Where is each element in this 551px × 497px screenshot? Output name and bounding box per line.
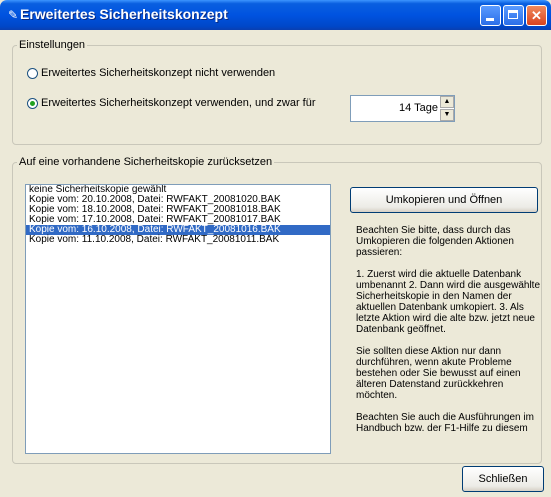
title-bar[interactable]: ✎ Erweitertes Sicherheitskonzept ✕ (0, 0, 551, 30)
copy-and-open-button[interactable]: Umkopieren und Öffnen (350, 187, 538, 213)
spin-down-button[interactable]: ▼ (440, 109, 454, 121)
info-paragraph: Beachten Sie bitte, dass durch das Umkop… (356, 225, 514, 258)
settings-group: Einstellungen (12, 39, 542, 145)
app-icon: ✎ (7, 8, 19, 22)
maximize-button[interactable] (503, 5, 524, 26)
info-text: Beachten Sie bitte, dass durch das Umkop… (356, 225, 546, 445)
info-paragraph: 1. Zuerst wird die aktuelle Datenbank um… (356, 269, 541, 335)
list-item[interactable]: Kopie vom: 11.10.2008, Datei: RWFAKT_200… (26, 235, 330, 245)
settings-group-label: Einstellungen (17, 39, 88, 51)
close-icon: ✕ (531, 8, 542, 23)
radio-on-indicator[interactable] (27, 97, 38, 109)
days-value[interactable]: 14 Tage (399, 102, 438, 114)
option-disable-label: Erweitertes Sicherheitskonzept nicht ver… (41, 67, 276, 79)
radio-off-indicator[interactable] (27, 67, 38, 79)
info-paragraph: Sie sollten diese Aktion nur dann durchf… (356, 346, 521, 401)
option-enable-radio[interactable]: Erweitertes Sicherheitskonzept verwenden… (27, 97, 316, 109)
minimize-button[interactable] (480, 5, 501, 26)
option-disable-radio[interactable]: Erweitertes Sicherheitskonzept nicht ver… (27, 67, 275, 79)
spinner-buttons: ▲ ▼ (440, 96, 454, 121)
window-title: Erweitertes Sicherheitskonzept (20, 6, 228, 22)
days-spinner[interactable]: 14 Tage ▲ ▼ (350, 95, 455, 122)
spin-up-button[interactable]: ▲ (440, 96, 454, 108)
minimize-icon (486, 18, 494, 21)
option-enable-label: Erweitertes Sicherheitskonzept verwenden… (41, 97, 316, 109)
dialog-window: ✎ Erweitertes Sicherheitskonzept ✕ Einst… (0, 0, 551, 497)
backup-list[interactable]: keine Sicherheitskopie gewählt Kopie vom… (25, 184, 331, 454)
close-window-button[interactable]: ✕ (526, 5, 547, 26)
restore-group-label: Auf eine vorhandene Sicherheitskopie zur… (17, 156, 275, 168)
close-button[interactable]: Schließen (462, 466, 544, 492)
maximize-icon (508, 10, 518, 19)
info-paragraph: Beachten Sie auch die Ausführungen im Ha… (356, 412, 534, 434)
